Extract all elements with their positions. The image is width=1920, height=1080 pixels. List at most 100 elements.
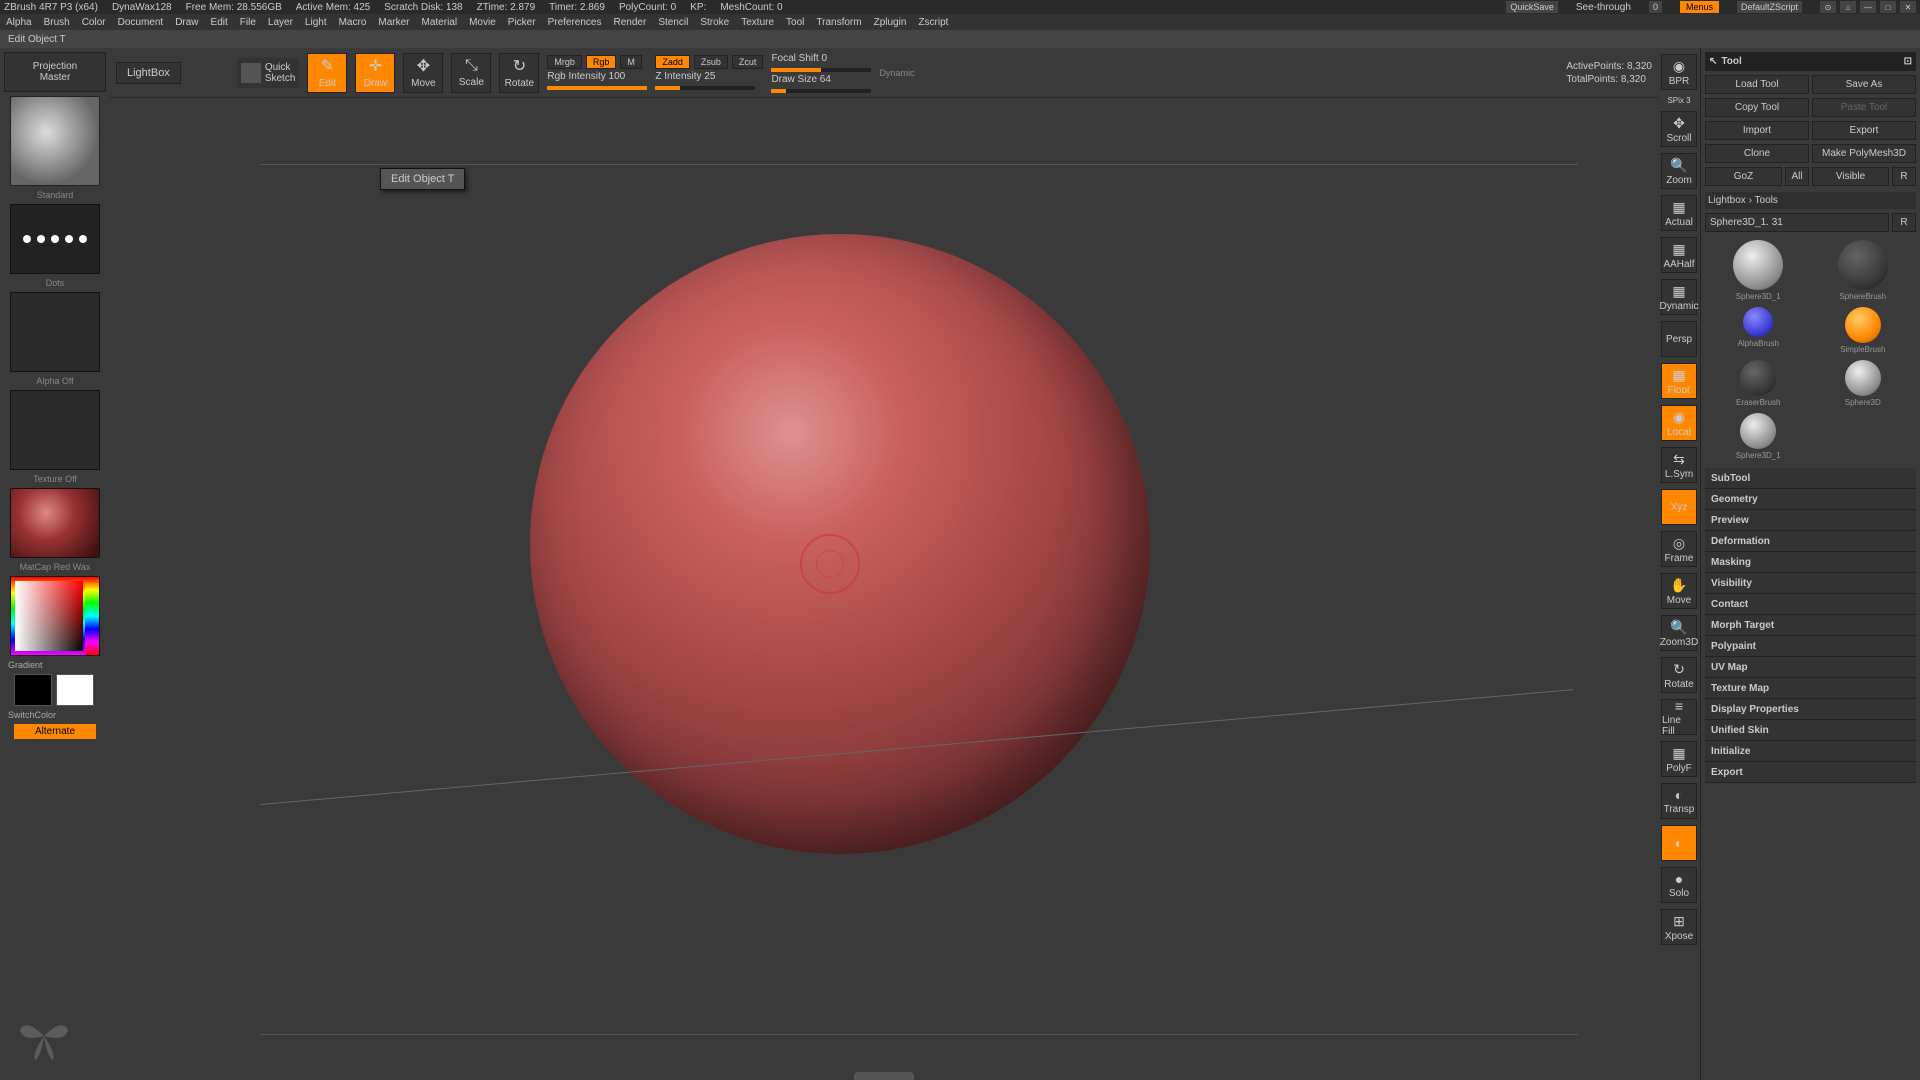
- zsub-button[interactable]: Zsub: [694, 55, 728, 69]
- pin-icon[interactable]: ⊙: [1820, 1, 1836, 13]
- copy-tool-button[interactable]: Copy Tool: [1705, 98, 1809, 117]
- export-section[interactable]: Export: [1705, 762, 1916, 783]
- minimize-icon[interactable]: —: [1860, 1, 1876, 13]
- m-button[interactable]: M: [620, 55, 642, 69]
- transp-button[interactable]: ◐Transp: [1661, 783, 1697, 819]
- menu-file[interactable]: File: [240, 17, 256, 28]
- deformation-section[interactable]: Deformation: [1705, 531, 1916, 552]
- visibility-section[interactable]: Visibility: [1705, 573, 1916, 594]
- close-icon[interactable]: ✕: [1900, 1, 1916, 13]
- zoom-button[interactable]: 🔍Zoom: [1661, 153, 1697, 189]
- goz-r-button[interactable]: R: [1892, 167, 1916, 186]
- dynamic-label[interactable]: Dynamic: [879, 68, 914, 78]
- make-polymesh-button[interactable]: Make PolyMesh3D: [1812, 144, 1916, 163]
- menu-movie[interactable]: Movie: [469, 17, 496, 28]
- switchcolor-button[interactable]: SwitchColor: [4, 710, 106, 720]
- lightbox-tools-button[interactable]: Lightbox › Tools: [1705, 192, 1916, 209]
- menu-transform[interactable]: Transform: [816, 17, 861, 28]
- menu-texture[interactable]: Texture: [741, 17, 774, 28]
- lightbox-button[interactable]: LightBox: [116, 62, 181, 84]
- menu-brush[interactable]: Brush: [44, 17, 70, 28]
- alpha-thumbnail[interactable]: [10, 292, 100, 372]
- lsym-button[interactable]: ⇆L.Sym: [1661, 447, 1697, 483]
- linefill-button[interactable]: ≡Line Fill: [1661, 699, 1697, 735]
- draw-size-slider[interactable]: [771, 89, 871, 93]
- swatch-black[interactable]: [14, 674, 52, 706]
- initialize-section[interactable]: Initialize: [1705, 741, 1916, 762]
- unifiedskin-section[interactable]: Unified Skin: [1705, 720, 1916, 741]
- gradient-label[interactable]: Gradient: [4, 660, 106, 670]
- menu-stroke[interactable]: Stroke: [700, 17, 729, 28]
- floor-button[interactable]: ▦Floor: [1661, 363, 1697, 399]
- dock-icon[interactable]: ⊡: [1904, 56, 1912, 67]
- zadd-button[interactable]: Zadd: [655, 55, 690, 69]
- menu-edit[interactable]: Edit: [211, 17, 228, 28]
- aahalf-button[interactable]: ▦AAHalf: [1661, 237, 1697, 273]
- subtool-section[interactable]: SubTool: [1705, 468, 1916, 489]
- zoom3d-button[interactable]: 🔍Zoom3D: [1661, 615, 1697, 651]
- focal-shift-label[interactable]: Focal Shift 0: [771, 53, 871, 64]
- menu-preferences[interactable]: Preferences: [548, 17, 602, 28]
- preview-section[interactable]: Preview: [1705, 510, 1916, 531]
- brush-thumbnail[interactable]: [10, 96, 100, 186]
- dynpersp-button[interactable]: ▦Dynamic: [1661, 279, 1697, 315]
- default-script[interactable]: DefaultZScript: [1737, 1, 1802, 13]
- tool-item[interactable]: SimpleBrush: [1814, 307, 1913, 354]
- menu-marker[interactable]: Marker: [378, 17, 409, 28]
- menus-button[interactable]: Menus: [1680, 1, 1719, 13]
- focal-shift-slider[interactable]: [771, 68, 871, 72]
- tool-item[interactable]: SphereBrush: [1814, 240, 1913, 301]
- maximize-icon[interactable]: □: [1880, 1, 1896, 13]
- tool-item[interactable]: Sphere3D: [1814, 360, 1913, 407]
- draw-button[interactable]: ✛Draw: [355, 53, 395, 93]
- seethrough-value[interactable]: 0: [1649, 1, 1662, 13]
- load-tool-button[interactable]: Load Tool: [1705, 75, 1809, 94]
- alternate-button[interactable]: Alternate: [14, 724, 96, 739]
- goz-all-button[interactable]: All: [1785, 167, 1809, 186]
- rotate3d-button[interactable]: ↻Rotate: [1661, 657, 1697, 693]
- z-intensity-label[interactable]: Z Intensity 25: [655, 71, 763, 82]
- geometry-section[interactable]: Geometry: [1705, 489, 1916, 510]
- zcut-button[interactable]: Zcut: [732, 55, 764, 69]
- move3d-button[interactable]: ✋Move: [1661, 573, 1697, 609]
- menu-material[interactable]: Material: [422, 17, 458, 28]
- current-tool[interactable]: Sphere3D_1. 31: [1705, 213, 1889, 232]
- projection-master-button[interactable]: Projection Master: [4, 52, 106, 92]
- menu-picker[interactable]: Picker: [508, 17, 536, 28]
- xpose-button[interactable]: ⊞Xpose: [1661, 909, 1697, 945]
- tool-item[interactable]: Sphere3D_1: [1709, 413, 1808, 460]
- contact-section[interactable]: Contact: [1705, 594, 1916, 615]
- local-button[interactable]: ◉Local: [1661, 405, 1697, 441]
- rotate-button[interactable]: ↻Rotate: [499, 53, 539, 93]
- stroke-thumbnail[interactable]: [10, 204, 100, 274]
- menu-alpha[interactable]: Alpha: [6, 17, 32, 28]
- texturemap-section[interactable]: Texture Map: [1705, 678, 1916, 699]
- menu-light[interactable]: Light: [305, 17, 327, 28]
- menu-layer[interactable]: Layer: [268, 17, 293, 28]
- ghost-button[interactable]: ◐: [1661, 825, 1697, 861]
- xyz-button[interactable]: Xyz: [1661, 489, 1697, 525]
- polyf-button[interactable]: ▦PolyF: [1661, 741, 1697, 777]
- quicksave-button[interactable]: QuickSave: [1506, 1, 1558, 13]
- frame-button[interactable]: ◎Frame: [1661, 531, 1697, 567]
- material-thumbnail[interactable]: [10, 488, 100, 558]
- uvmap-section[interactable]: UV Map: [1705, 657, 1916, 678]
- tool-header[interactable]: ↖ Tool ⊡: [1705, 52, 1916, 71]
- masking-section[interactable]: Masking: [1705, 552, 1916, 573]
- z-intensity-slider[interactable]: [655, 86, 755, 90]
- morphtarget-section[interactable]: Morph Target: [1705, 615, 1916, 636]
- displayprops-section[interactable]: Display Properties: [1705, 699, 1916, 720]
- menu-draw[interactable]: Draw: [175, 17, 198, 28]
- menu-document[interactable]: Document: [118, 17, 164, 28]
- polypaint-section[interactable]: Polypaint: [1705, 636, 1916, 657]
- tool-r-button[interactable]: R: [1892, 213, 1916, 232]
- menu-zplugin[interactable]: Zplugin: [874, 17, 907, 28]
- tool-item[interactable]: Sphere3D_1: [1709, 240, 1808, 301]
- edit-button[interactable]: ✎Edit: [307, 53, 347, 93]
- menu-render[interactable]: Render: [614, 17, 647, 28]
- rgb-button[interactable]: Rgb: [586, 55, 617, 69]
- menu-zscript[interactable]: Zscript: [918, 17, 948, 28]
- import-button[interactable]: Import: [1705, 121, 1809, 140]
- spix-label[interactable]: SPix 3: [1667, 96, 1690, 105]
- tray-handle[interactable]: [854, 1072, 914, 1080]
